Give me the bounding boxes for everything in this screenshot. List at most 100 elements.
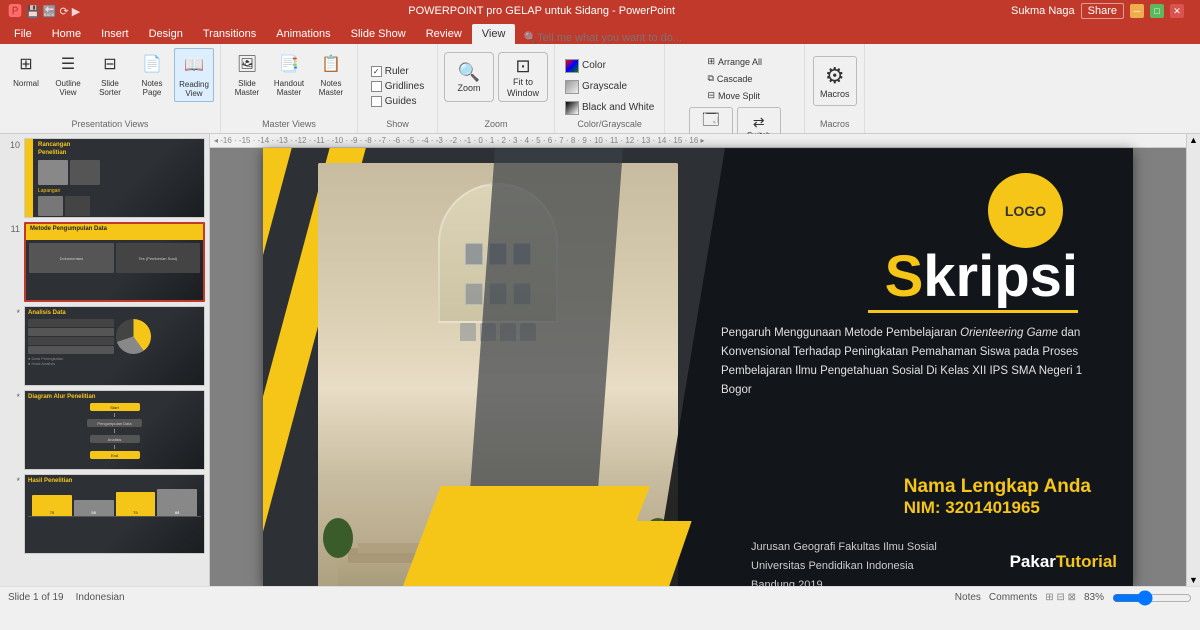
grayscale-button[interactable]: Grayscale	[561, 78, 658, 96]
notes-master-icon: 📋	[318, 51, 344, 77]
slide-sorter-btn[interactable]: ⊟ Slide Sorter	[90, 48, 130, 100]
close-button[interactable]: ✕	[1170, 4, 1184, 18]
title-underline	[868, 310, 1078, 313]
ribbon-tabs: File Home Insert Design Transitions Anim…	[0, 22, 1200, 44]
reading-view-btn[interactable]: 📖 Reading View	[174, 48, 214, 102]
tab-slideshow[interactable]: Slide Show	[341, 24, 416, 44]
fit-to-window-button[interactable]: ⊡ Fit to Window	[498, 52, 548, 102]
username: Sukma Naga	[1011, 5, 1075, 17]
ruler-checkbox[interactable]: ✓ Ruler	[369, 65, 426, 78]
slide-thumb-11: Metode Pengumpulan Data Dokumentasi Tes …	[24, 222, 205, 302]
notes-master-btn[interactable]: 📋 Notes Master	[311, 48, 351, 100]
tab-view[interactable]: View	[472, 24, 516, 44]
slide-number-13: *	[4, 392, 20, 402]
minimize-button[interactable]: ─	[1130, 4, 1144, 18]
gridlines-checkbox[interactable]: Gridlines	[369, 80, 426, 93]
tab-design[interactable]: Design	[139, 24, 193, 44]
zoom-button[interactable]: 🔍 Zoom	[444, 52, 494, 102]
view-icons: ⊞ ⊟ ⊠	[1045, 592, 1076, 603]
tab-insert[interactable]: Insert	[91, 24, 139, 44]
color-grayscale-label: Color/Grayscale	[577, 117, 642, 129]
app-icon: 🅿	[8, 1, 22, 21]
titlebar: 🅿 💾 🔙 ⟳ ▶ POWERPOINT pro GELAP untuk Sid…	[0, 0, 1200, 22]
zoom-slider[interactable]	[1112, 591, 1192, 605]
slide-item-13[interactable]: * Diagram Alur Penelitian Start Pengumpu…	[4, 390, 205, 470]
move-split-button[interactable]: ⊟Move Split	[704, 88, 765, 103]
tab-home[interactable]: Home	[42, 24, 91, 44]
slide-thumb-13: Diagram Alur Penelitian Start Pengumpula…	[24, 390, 205, 470]
black-white-button[interactable]: Black and White	[561, 99, 658, 117]
scroll-up-button[interactable]: ▲	[1188, 134, 1200, 146]
zoom-level: 83%	[1084, 592, 1104, 603]
slide-item-14[interactable]: * Hasil Penelitian 75 58 79 88	[4, 474, 205, 554]
maximize-button[interactable]: □	[1150, 4, 1164, 18]
outline-view-icon: ☰	[55, 51, 81, 77]
tab-review[interactable]: Review	[416, 24, 472, 44]
logo-circle: LOGO	[988, 173, 1063, 248]
canvas-area: ◂ -16 · -15 · -14 · -13 · -12 · -11 · -1…	[210, 134, 1186, 586]
presentation-views-label: Presentation Views	[72, 117, 149, 129]
logo-text: LOGO	[1005, 203, 1046, 219]
arrange-all-button[interactable]: ⊞Arrange All	[704, 54, 765, 69]
notes-page-icon: 📄	[139, 51, 165, 77]
share-button[interactable]: Share	[1081, 3, 1124, 19]
normal-view-icon: ⊞	[13, 51, 39, 77]
student-nim: NIM: 3201401965	[904, 498, 1091, 518]
zoom-group: 🔍 Zoom ⊡ Fit to Window Zoom	[438, 44, 555, 133]
notes-page-btn[interactable]: 📄 Notes Page	[132, 48, 172, 100]
tab-transitions[interactable]: Transitions	[193, 24, 266, 44]
slide-panel: 10 Rancangan Penelitian Lapangan	[0, 134, 210, 586]
normal-view-btn[interactable]: ⊞ Normal	[6, 48, 46, 91]
handout-master-icon: 📑	[276, 51, 302, 77]
title-rest: kripsi	[923, 244, 1078, 309]
tab-animations[interactable]: Animations	[266, 24, 340, 44]
slide-info: Slide 1 of 19	[8, 592, 64, 603]
brand: PakarTutorial	[1010, 552, 1117, 572]
zoom-label: Zoom	[484, 117, 507, 129]
outline-view-btn[interactable]: ☰ Outline View	[48, 48, 88, 100]
show-group: ✓ Ruler Gridlines Guides Show	[358, 44, 438, 133]
ribbon-body: ⊞ Normal ☰ Outline View ⊟ Slide Sorter 📄…	[0, 44, 1200, 134]
slide-item-12[interactable]: * Analisis Data	[4, 306, 205, 386]
color-button[interactable]: Color	[561, 57, 658, 75]
ruler-top: ◂ -16 · -15 · -14 · -13 · -12 · -11 · -1…	[210, 134, 1186, 148]
tab-file[interactable]: File	[4, 24, 42, 44]
slide-thumb-10: Rancangan Penelitian Lapangan	[24, 138, 205, 218]
scroll-right[interactable]: ▲ ▼	[1186, 134, 1200, 586]
slide-canvas: LOGO Skripsi Pengaruh Menggunaan Metode …	[263, 148, 1133, 586]
main-area: 10 Rancangan Penelitian Lapangan	[0, 134, 1200, 586]
master-views-label: Master Views	[262, 117, 316, 129]
slide-master-btn[interactable]: 🖼 Slide Master	[227, 48, 267, 100]
comments-button[interactable]: Comments	[989, 592, 1037, 603]
guides-checkbox[interactable]: Guides	[369, 95, 426, 108]
slide-item-11[interactable]: 11 Metode Pengumpulan Data Dokumentasi T…	[4, 222, 205, 302]
slide-number-10: 10	[4, 140, 20, 150]
presentation-views-group: ⊞ Normal ☰ Outline View ⊟ Slide Sorter 📄…	[0, 44, 221, 133]
status-bar: Slide 1 of 19 Indonesian Notes Comments …	[0, 586, 1200, 608]
color-grayscale-group: Color Grayscale Black and White Color/Gr…	[555, 44, 665, 133]
slide-name-section: Nama Lengkap Anda NIM: 3201401965	[904, 476, 1091, 518]
handout-master-btn[interactable]: 📑 Handout Master	[269, 48, 309, 100]
notes-button[interactable]: Notes	[955, 592, 981, 603]
macros-button[interactable]: ⚙ Macros	[813, 56, 857, 106]
language-indicator: Indonesian	[76, 592, 125, 603]
slide-number-14: *	[4, 476, 20, 486]
slide-master-icon: 🖼	[234, 51, 260, 77]
slide-number-11: 11	[4, 224, 20, 234]
master-views-group: 🖼 Slide Master 📑 Handout Master 📋 Notes …	[221, 44, 358, 133]
slide-thumb-12: Analisis Data ● Data Peningk	[24, 306, 205, 386]
window-title: POWERPOINT pro GELAP untuk Sidang - Powe…	[80, 5, 1003, 17]
cascade-button[interactable]: ⧉Cascade	[704, 71, 765, 86]
slide-thumb-14: Hasil Penelitian 75 58 79 88	[24, 474, 205, 554]
slide-item-10[interactable]: 10 Rancangan Penelitian Lapangan	[4, 138, 205, 218]
institution-line3: Bandung 2019	[751, 576, 1091, 586]
macros-group: ⚙ Macros Macros	[805, 44, 865, 133]
show-label: Show	[386, 117, 409, 129]
slide-sorter-icon: ⊟	[97, 51, 123, 77]
student-name: Nama Lengkap Anda	[904, 476, 1091, 498]
brand-pakar: Pakar	[1010, 552, 1056, 571]
macros-label: Macros	[820, 117, 850, 129]
brand-tutorial: Tutorial	[1056, 552, 1117, 571]
scroll-down-button[interactable]: ▼	[1188, 574, 1200, 586]
search-input[interactable]	[537, 32, 737, 44]
